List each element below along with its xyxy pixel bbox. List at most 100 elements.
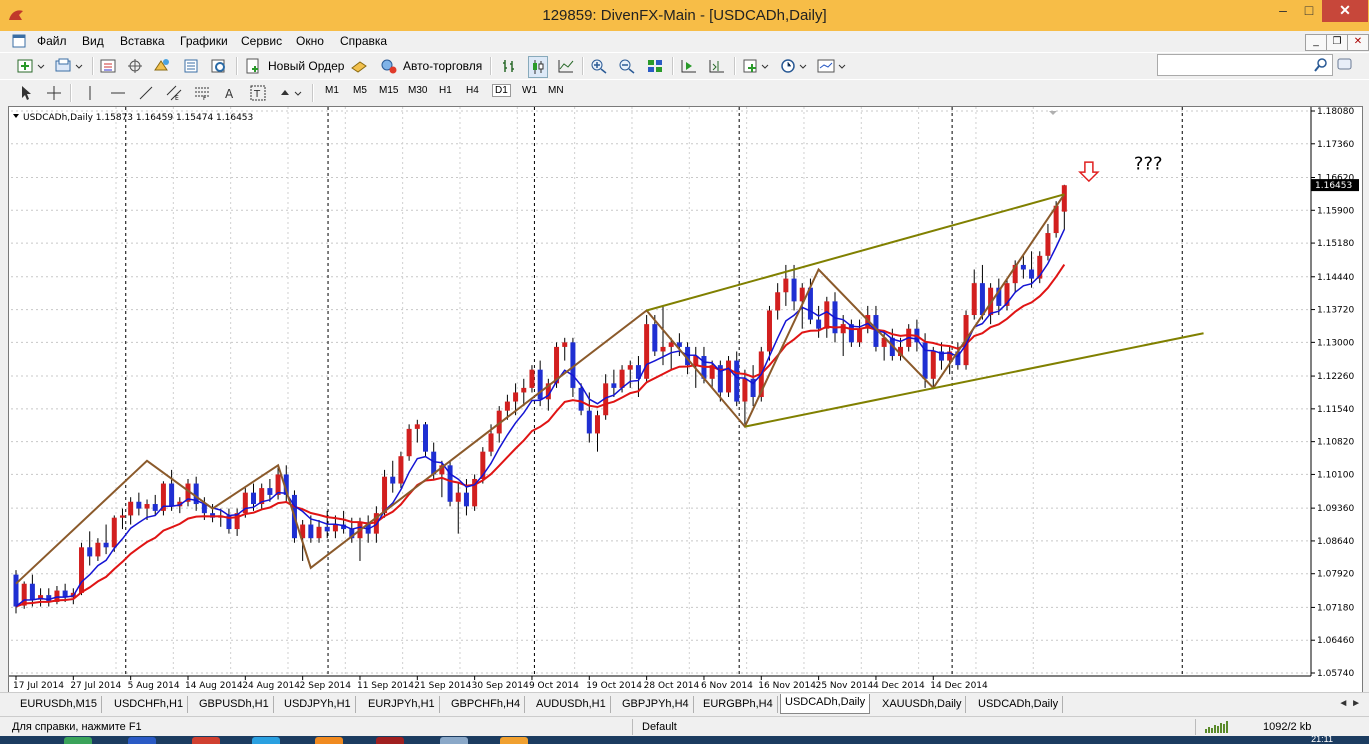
menu-charts[interactable]: Графики bbox=[180, 34, 228, 48]
candlestick-chart-button[interactable] bbox=[528, 56, 548, 78]
menu-window[interactable]: Окно bbox=[296, 34, 324, 48]
chart-tab[interactable]: EURGBPh,H4 bbox=[699, 696, 778, 713]
arrows-icon bbox=[281, 90, 302, 96]
chart-tab-active[interactable]: USDCADh,Daily bbox=[780, 694, 871, 714]
timeframe-m15[interactable]: M15 bbox=[379, 85, 398, 96]
menu-tools[interactable]: Сервис bbox=[241, 34, 282, 48]
taskbar-app-icon[interactable] bbox=[500, 737, 528, 744]
os-taskbar: 21:11 bbox=[0, 734, 1369, 744]
taskbar-app-icon[interactable] bbox=[376, 737, 404, 744]
taskbar-app-icon[interactable] bbox=[440, 737, 468, 744]
price-chart[interactable]: 1.180801.173601.166201.159001.151801.144… bbox=[9, 107, 1362, 692]
new-order-button[interactable]: Новый Ордер bbox=[245, 56, 344, 76]
y-tick-label: 1.12260 bbox=[1317, 372, 1354, 382]
mdi-close-button[interactable]: ✕ bbox=[1347, 34, 1369, 51]
taskbar-app-icon[interactable] bbox=[64, 737, 92, 744]
svg-text:F: F bbox=[203, 95, 207, 101]
x-tick-label: 17 Jul 2014 bbox=[13, 681, 64, 691]
fibonacci-tool[interactable]: F bbox=[194, 83, 210, 103]
timeframe-mn[interactable]: MN bbox=[548, 85, 564, 96]
search-input[interactable] bbox=[1157, 54, 1333, 76]
horizontal-line-tool[interactable] bbox=[110, 83, 126, 103]
chart-tab[interactable]: USDJPYh,H1 bbox=[280, 696, 356, 713]
timeframe-m1[interactable]: M1 bbox=[325, 85, 339, 96]
toolbar-separator bbox=[490, 57, 492, 75]
taskbar-app-icon[interactable] bbox=[192, 737, 220, 744]
strategy-tester-button[interactable] bbox=[210, 56, 228, 76]
market-watch-button[interactable] bbox=[99, 56, 117, 76]
minimize-button[interactable]: – bbox=[1270, 0, 1296, 22]
menu-insert[interactable]: Вставка bbox=[120, 34, 165, 48]
candle-body bbox=[627, 365, 633, 370]
templates-button[interactable] bbox=[817, 56, 849, 76]
toolbar-separator bbox=[734, 57, 736, 75]
menu-help[interactable]: Справка bbox=[340, 34, 387, 48]
chart-autoscroll-button[interactable] bbox=[680, 56, 698, 76]
tab-scroll-arrows[interactable]: ◄ ► bbox=[1338, 698, 1361, 709]
data-window-button[interactable] bbox=[126, 56, 144, 76]
cursor-tool[interactable] bbox=[18, 83, 34, 103]
chart-menu-triangle-icon bbox=[13, 114, 19, 118]
terminal-button[interactable] bbox=[182, 56, 200, 76]
taskbar-app-icon[interactable] bbox=[252, 737, 280, 744]
bar-chart-button[interactable] bbox=[500, 56, 518, 76]
navigator-button[interactable] bbox=[153, 56, 171, 76]
menu-file[interactable]: Файл bbox=[37, 34, 67, 48]
periods-button[interactable] bbox=[780, 56, 812, 76]
equidistant-channel-tool[interactable]: E bbox=[166, 83, 182, 103]
close-button[interactable]: ✕ bbox=[1322, 0, 1368, 22]
maximize-button[interactable]: □ bbox=[1296, 0, 1322, 22]
vertical-line-icon bbox=[89, 86, 91, 100]
candle-body bbox=[87, 547, 93, 557]
status-profile: Default bbox=[642, 721, 677, 733]
zoom-out-icon bbox=[619, 59, 635, 74]
zoom-out-button[interactable] bbox=[618, 56, 636, 76]
indicators-button[interactable] bbox=[742, 56, 774, 76]
chart-window[interactable]: 1.18080 1.17360 1.16620 1.15900 1.15180 1.144… bbox=[8, 106, 1363, 693]
tile-windows-button[interactable] bbox=[646, 56, 664, 76]
bar-chart-icon bbox=[503, 60, 514, 72]
timeframe-h1[interactable]: H1 bbox=[439, 85, 452, 96]
text-label-icon: T bbox=[250, 85, 266, 101]
chart-tab[interactable]: GBPCHFh,H4 bbox=[447, 696, 526, 713]
mdi-restore-button[interactable]: ❐ bbox=[1326, 34, 1348, 51]
vertical-line-tool[interactable] bbox=[82, 83, 98, 103]
menu-view[interactable]: Вид bbox=[82, 34, 104, 48]
timeframe-m5[interactable]: M5 bbox=[353, 85, 367, 96]
candle-body bbox=[971, 283, 977, 316]
auto-trading-button[interactable]: Авто-торговля bbox=[378, 56, 482, 76]
chart-tab[interactable]: GBPUSDh,H1 bbox=[195, 696, 274, 713]
navigator-icon bbox=[154, 59, 169, 71]
toolbar-separator bbox=[236, 57, 238, 75]
new-chart-button[interactable] bbox=[16, 56, 46, 76]
chart-tab[interactable]: EURJPYh,H1 bbox=[364, 696, 440, 713]
trendline-tool[interactable] bbox=[138, 83, 154, 103]
timeframe-m30[interactable]: M30 bbox=[408, 85, 427, 96]
text-label-tool[interactable]: T bbox=[250, 83, 266, 103]
taskbar-app-icon[interactable] bbox=[128, 737, 156, 744]
taskbar-app-icon[interactable] bbox=[315, 737, 343, 744]
timeframe-w1[interactable]: W1 bbox=[522, 85, 537, 96]
chart-tabs: EURUSDh,M15 USDCHFh,H1 GBPUSDh,H1 USDJPY… bbox=[0, 692, 1369, 717]
chart-tab[interactable]: USDCADh,Daily bbox=[974, 696, 1064, 713]
timeframe-d1[interactable]: D1 bbox=[492, 84, 511, 97]
arrows-tool[interactable] bbox=[278, 83, 306, 103]
toolbar-separator bbox=[70, 84, 72, 102]
chart-shift-button[interactable] bbox=[708, 56, 726, 76]
chart-tab[interactable]: GBPJPYh,H4 bbox=[618, 696, 694, 713]
zoom-in-button[interactable] bbox=[590, 56, 608, 76]
experts-button[interactable] bbox=[350, 56, 368, 76]
profiles-button[interactable] bbox=[54, 56, 84, 76]
line-chart-button[interactable] bbox=[557, 56, 575, 76]
svg-text:A: A bbox=[225, 87, 234, 101]
chart-tab[interactable]: USDCHFh,H1 bbox=[110, 696, 189, 713]
timeframe-h4[interactable]: H4 bbox=[466, 85, 479, 96]
chart-tab[interactable]: XAUUSDh,Daily bbox=[878, 696, 967, 713]
candle-body bbox=[144, 504, 150, 509]
mdi-minimize-button[interactable]: _ bbox=[1305, 34, 1327, 51]
community-button[interactable] bbox=[1336, 56, 1354, 75]
chart-tab[interactable]: AUDUSDh,H1 bbox=[532, 696, 611, 713]
crosshair-tool[interactable] bbox=[46, 83, 62, 103]
text-tool[interactable]: A bbox=[222, 83, 238, 103]
chart-tab[interactable]: EURUSDh,M15 bbox=[16, 696, 103, 713]
